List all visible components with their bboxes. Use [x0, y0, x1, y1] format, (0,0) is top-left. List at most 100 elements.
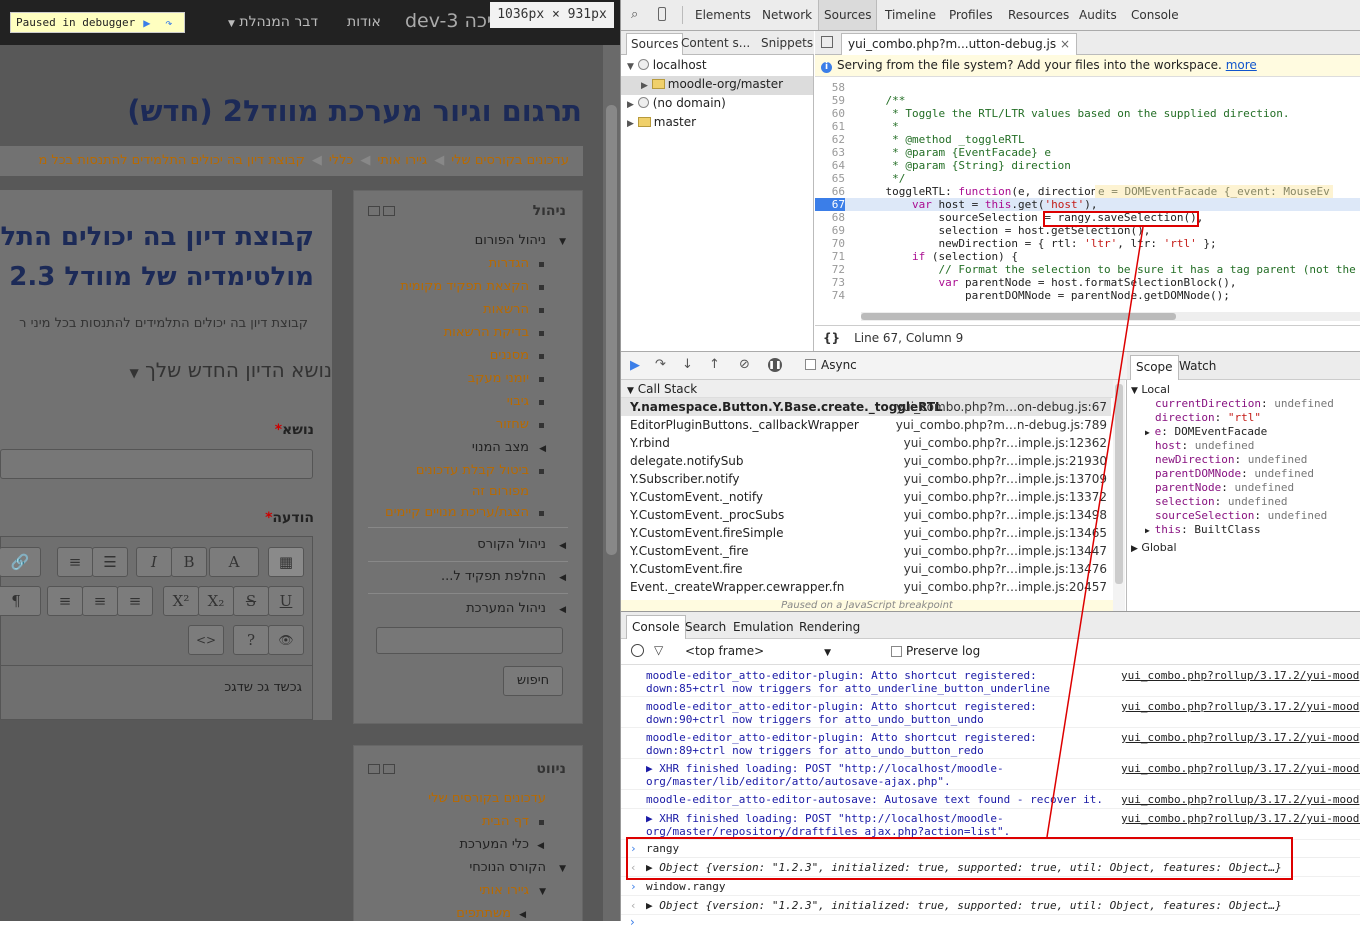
admin-item[interactable]: שחזור [496, 417, 529, 432]
nav-item[interactable]: כלי המערכת [459, 837, 529, 852]
forum-title-line2: מולטימדיה של מוודל 2.3 [9, 262, 314, 292]
italic-button[interactable]: I [136, 547, 172, 577]
bullet-icon [539, 820, 544, 825]
chevron-down-icon: ▼ [559, 237, 566, 247]
dock-icon[interactable] [368, 764, 380, 774]
bold-button[interactable]: B [171, 547, 207, 577]
course-admin-item[interactable]: ניהול הקורס [477, 537, 546, 552]
strikethrough-button[interactable]: S [233, 586, 269, 616]
ordered-list-button[interactable]: ≡ [57, 547, 93, 577]
step-over-icon[interactable]: ↷ [165, 16, 179, 30]
forum-admin-item[interactable]: ניהול הפורום [475, 233, 546, 248]
breadcrumb-item[interactable]: קבוצת דיון בה יכולים התלמידים להתנסות בכ… [38, 153, 304, 168]
bullet-icon [539, 285, 544, 290]
admin-item[interactable]: בדיקת הרשאות [444, 325, 529, 340]
superscript-button[interactable]: X² [163, 586, 199, 616]
new-topic-header[interactable]: נושא הדיון החדש שלך ▼ [129, 358, 332, 382]
accessibility-checker-button[interactable]: 👁 [268, 625, 304, 655]
scrollbar-thumb[interactable] [606, 105, 617, 555]
toolbar-toggle-button[interactable]: ▦ [268, 547, 304, 577]
manager-menu[interactable]: ▼ דבר המנהלת [228, 14, 318, 30]
collapse-icon[interactable] [383, 206, 395, 216]
resume-icon[interactable]: ▶ [143, 16, 157, 30]
subscript-button[interactable]: X₂ [198, 586, 234, 616]
moodle-page: dev-3 מודל - תמיכה אודות ▼ דבר המנהלת Pa… [0, 0, 620, 921]
page-scrollbar[interactable] [603, 45, 620, 921]
manager-menu-label: דבר המנהלת [239, 14, 319, 30]
switch-role-item[interactable]: החלפת תפקיד ל... [441, 569, 546, 584]
admin-item[interactable]: הקצאת תפקיד מקומית [400, 279, 529, 294]
bullet-icon [539, 400, 544, 405]
nav-item[interactable]: עדכונים בקורסים שלי [428, 791, 546, 806]
bullet-icon [539, 511, 544, 516]
paragraph-button[interactable]: ¶ [0, 586, 41, 616]
devtools-panel: ⌕ Elements Network Sources Timeline Prof… [620, 0, 1360, 929]
course-title: תרגום וגיור מערכת מוודל2 (חדש) [127, 94, 582, 128]
accessibility-help-button[interactable]: ? [233, 625, 269, 655]
block-controls[interactable] [368, 764, 395, 774]
paused-label: Paused in debugger [16, 16, 136, 29]
annotation-line [1046, 226, 1144, 838]
admin-block-title: ניהול [532, 203, 566, 219]
divider [368, 561, 568, 562]
unordered-list-button[interactable]: ☰ [92, 547, 128, 577]
nav-item[interactable]: הקורס הנוכחי [469, 860, 546, 875]
admin-item[interactable]: גיבוי [507, 394, 529, 409]
nav-item[interactable]: גיירו אותי [479, 883, 529, 898]
underline-button[interactable]: U [268, 586, 304, 616]
nav-item[interactable]: משתתפים [456, 906, 511, 921]
font-style-button[interactable]: A [209, 547, 259, 577]
admin-item[interactable]: הגדרות [489, 256, 529, 271]
chevron-left-icon: ◀ [539, 444, 546, 454]
nav-item[interactable]: דף הבית [482, 814, 529, 829]
about-link[interactable]: אודות [347, 14, 381, 30]
admin-item[interactable]: יומני מעקב [468, 371, 529, 386]
breadcrumb-item[interactable]: עדכונים בקורסים שלי [451, 153, 569, 168]
unsubscribe-link-line2[interactable]: מפורום זה [472, 484, 529, 499]
forum-main: קבוצת דיון בה יכולים התלמ מולטימדיה של מ… [0, 190, 332, 720]
dock-icon[interactable] [368, 206, 380, 216]
divider [368, 593, 568, 594]
search-button[interactable]: חיפוש [503, 666, 563, 696]
align-left-button[interactable]: ≡ [117, 586, 153, 616]
site-admin-item[interactable]: ניהול המערכת [466, 601, 546, 616]
required-mark: * [274, 422, 283, 438]
chevron-left-icon: ◀ [559, 573, 566, 583]
link-button[interactable]: 🔗 [0, 547, 41, 577]
unsubscribe-link[interactable]: ביטול קבלת עדכונים [416, 463, 529, 478]
breadcrumb-sep: ◀ [311, 153, 322, 168]
breadcrumb-item[interactable]: כללי [329, 153, 354, 168]
admin-search-input[interactable] [376, 627, 563, 654]
align-right-button[interactable]: ≡ [47, 586, 83, 616]
chevron-left-icon: ◀ [537, 841, 544, 851]
collapse-icon[interactable] [383, 764, 395, 774]
bullet-icon [539, 308, 544, 313]
new-topic-label: נושא הדיון החדש שלך [145, 358, 332, 382]
nav-block: ניווט עדכונים בקורסים שלי דף הבית ◀ כלי … [353, 745, 583, 921]
message-label-text: הודעה [272, 510, 314, 526]
subject-label-text: נושא [282, 422, 314, 438]
admin-item[interactable]: מסננים [490, 348, 529, 363]
bullet-icon [539, 377, 544, 382]
subject-input[interactable] [0, 449, 313, 479]
paused-debugger-overlay: Paused in debugger ▶ ↷ [10, 12, 186, 33]
align-center-button[interactable]: ≡ [82, 586, 118, 616]
html-button[interactable]: <> [188, 625, 224, 655]
editor-content: גכשד גכ שדגכ [224, 680, 302, 695]
message-editor[interactable]: גכשד גכ שדגכ [0, 666, 313, 720]
bullet-icon [539, 262, 544, 267]
bullet-icon [539, 469, 544, 474]
forum-description: קבוצת דיון בה יכולים התלמידים להתנסות בכ… [19, 316, 308, 331]
subscription-mode-item[interactable]: מצב המנוי [472, 440, 529, 455]
chevron-left-icon: ◀ [559, 605, 566, 615]
show-subscribers-link[interactable]: הצגת/עריכת מנויים קיימים [385, 505, 529, 520]
block-controls[interactable] [368, 206, 395, 216]
chevron-left-icon: ◀ [559, 541, 566, 551]
message-label: הודעה* [265, 510, 314, 526]
admin-block: ניהול ▼ ניהול הפורום הגדרות הקצאת תפקיד … [353, 190, 583, 724]
admin-item[interactable]: הרשאות [483, 302, 529, 317]
forum-title: קבוצת דיון בה יכולים התלמ [0, 222, 314, 252]
breadcrumb-item[interactable]: גיירו אותי [377, 153, 427, 168]
divider [368, 527, 568, 528]
breadcrumb-sep: ◀ [360, 153, 371, 168]
